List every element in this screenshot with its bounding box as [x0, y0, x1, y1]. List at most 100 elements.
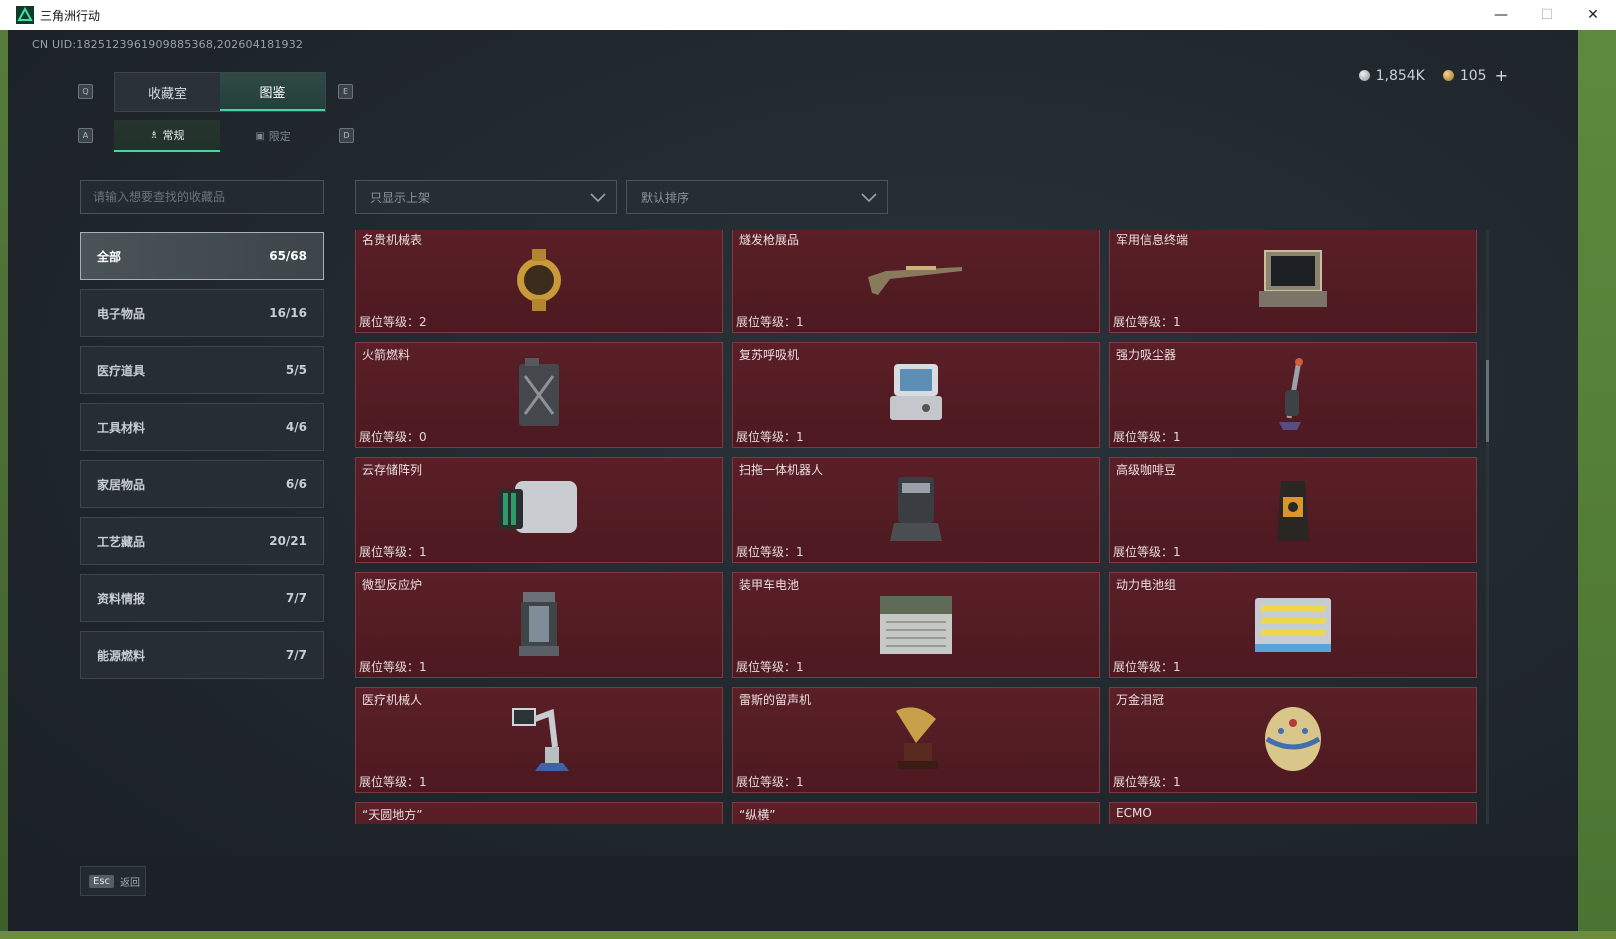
collection-item-card[interactable]: 军用信息终端 展位等级：1: [1109, 230, 1477, 333]
category-item[interactable]: 电子物品 16/16: [80, 289, 324, 337]
collection-item-card[interactable]: 医疗机械人 展位等级：1: [355, 687, 723, 793]
item-booth-level: 展位等级：1: [736, 315, 804, 329]
category-label: 电子物品: [97, 306, 146, 321]
collection-item-card[interactable]: 火箭燃料 展位等级：0: [355, 342, 723, 448]
item-booth-level: 展位等级：2: [359, 315, 427, 329]
subtab-regular[interactable]: ♗ 常规: [114, 120, 220, 152]
maximize-button[interactable]: ☐: [1524, 0, 1570, 30]
collection-item-card[interactable]: 名贵机械表 展位等级：2: [355, 230, 723, 333]
add-currency-button[interactable]: +: [1495, 66, 1508, 85]
gold-ornament-icon: [489, 812, 589, 824]
gramophone-icon: [866, 697, 966, 783]
collection-item-card[interactable]: 动力电池组 展位等级：1: [1109, 572, 1477, 678]
category-label: 能源燃料: [97, 648, 146, 663]
silver-coin-icon: [1358, 70, 1370, 81]
category-label: 全部: [97, 249, 122, 264]
display-filter-dropdown[interactable]: 只显示上架: [355, 180, 617, 214]
collection-grid-viewport: 名贵机械表 展位等级：2 燧发枪展品 展位等级：1 军用信息终端 展位等级：1 火箭燃料 展位…: [355, 230, 1483, 824]
item-name: 动力电池组: [1116, 578, 1177, 592]
tab-catalog[interactable]: 图鉴: [220, 73, 325, 111]
grid-scrollbar-thumb[interactable]: [1486, 360, 1489, 442]
collection-item-card[interactable]: “纵横”: [732, 802, 1100, 824]
back-button[interactable]: Esc 返回: [80, 866, 146, 896]
category-item[interactable]: 工具材料 4/6: [80, 403, 324, 451]
category-item[interactable]: 资料情报 7/7: [80, 574, 324, 622]
battery-icon: [866, 582, 966, 668]
item-booth-level: 展位等级：1: [736, 775, 804, 789]
category-label: 工艺藏品: [97, 534, 146, 549]
window-title: 三角洲行动: [40, 8, 101, 23]
category-label: 医疗道具: [97, 363, 146, 378]
item-name: 医疗机械人: [362, 693, 423, 707]
key-hint-e: E: [338, 84, 353, 99]
collection-item-card[interactable]: 微型反应炉 展位等级：1: [355, 572, 723, 678]
item-name: 强力吸尘器: [1116, 348, 1177, 362]
collection-item-card[interactable]: 雷斯的留声机 展位等级：1: [732, 687, 1100, 793]
collection-item-card[interactable]: “天圆地方”: [355, 802, 723, 824]
subtab-regular-label: 常规: [162, 129, 185, 142]
item-booth-level: 展位等级：1: [359, 660, 427, 674]
category-count: 7/7: [285, 591, 307, 605]
chevron-down-icon: [861, 193, 877, 203]
chevron-down-icon: [590, 193, 606, 203]
collection-item-card[interactable]: 复苏呼吸机 展位等级：1: [732, 342, 1100, 448]
app-logo-icon: [16, 6, 34, 24]
key-hint-d: D: [339, 128, 354, 143]
hand-icon: ♗: [149, 129, 159, 141]
item-booth-level: 展位等级：1: [1113, 775, 1181, 789]
subtab-limited[interactable]: ▣ 限定: [220, 120, 326, 152]
category-item[interactable]: 家居物品 6/6: [80, 460, 324, 508]
collection-item-card[interactable]: 扫拖一体机器人 展位等级：1: [732, 457, 1100, 563]
minimize-button[interactable]: —: [1478, 0, 1524, 30]
category-item[interactable]: 全部 65/68: [80, 232, 324, 280]
window-titlebar: 三角洲行动 — ☐ ✕: [0, 0, 1616, 30]
currency-bar: 1,854K 105 +: [1358, 66, 1508, 85]
collection-item-card[interactable]: 云存储阵列展位等级：1: [355, 457, 723, 563]
category-list: 全部 65/68 电子物品 16/16 医疗道具 5/5 工具材料 4/6 家居物品 6/6 工艺藏…: [80, 232, 324, 688]
category-item[interactable]: 医疗道具 5/5: [80, 346, 324, 394]
uid-label: CN UID:1825123961909885368,202604181932: [32, 38, 304, 51]
sort-dropdown[interactable]: 默认排序: [626, 180, 888, 214]
subtab-limited-label: 限定: [268, 130, 291, 143]
search-input[interactable]: [93, 190, 323, 204]
gold-ornament-icon: [866, 812, 966, 824]
category-count: 6/6: [285, 477, 307, 491]
collection-grid: 名贵机械表 展位等级：2 燧发枪展品 展位等级：1 军用信息终端 展位等级：1 火箭燃料 展位…: [355, 230, 1477, 824]
item-name: 火箭燃料: [362, 348, 411, 362]
bottom-bar: Esc 返回: [8, 856, 1578, 931]
search-box: [80, 180, 324, 214]
coffee-bag-icon: [1243, 467, 1343, 553]
collection-item-card[interactable]: 装甲车电池 展位等级：1: [732, 572, 1100, 678]
category-count: 65/68: [269, 249, 307, 263]
collection-item-card[interactable]: ECMO: [1109, 802, 1477, 824]
medical-robot-icon: [489, 697, 589, 783]
item-name: “纵横”: [739, 808, 776, 822]
category-count: 5/5: [285, 363, 307, 377]
category-item[interactable]: 工艺藏品 20/21: [80, 517, 324, 565]
silver-currency: 1,854K: [1358, 67, 1425, 84]
item-booth-level: 展位等级：1: [359, 545, 427, 559]
tab-collection-room[interactable]: 收藏室: [115, 73, 220, 111]
silver-amount: 1,854K: [1375, 67, 1425, 84]
category-item[interactable]: 能源燃料 7/7: [80, 631, 324, 679]
category-label: 资料情报: [97, 591, 146, 606]
terminal-icon: [1243, 237, 1343, 323]
vacuum-icon: [1243, 352, 1343, 438]
collection-item-card[interactable]: 万金泪冠 展位等级：1: [1109, 687, 1477, 793]
item-booth-level: 展位等级：1: [736, 545, 804, 559]
key-hint-a: A: [78, 128, 93, 143]
category-count: 4/6: [285, 420, 307, 434]
desktop-edge-bottom: [0, 931, 1616, 939]
desktop-edge-left: [0, 30, 8, 939]
reactor-icon: [489, 582, 589, 668]
close-button[interactable]: ✕: [1570, 0, 1616, 30]
grid-scrollbar[interactable]: [1486, 230, 1489, 824]
sub-tabs: ♗ 常规 ▣ 限定: [114, 120, 326, 152]
ecmo-icon: [1243, 812, 1343, 824]
item-name: 云存储阵列: [362, 463, 423, 477]
collection-item-card[interactable]: 强力吸尘器 展位等级：1: [1109, 342, 1477, 448]
collection-item-card[interactable]: 燧发枪展品 展位等级：1: [732, 230, 1100, 333]
collection-item-card[interactable]: 高级咖啡豆 展位等级：1: [1109, 457, 1477, 563]
item-booth-level: 展位等级：1: [1113, 545, 1181, 559]
watch-icon: [489, 237, 589, 323]
